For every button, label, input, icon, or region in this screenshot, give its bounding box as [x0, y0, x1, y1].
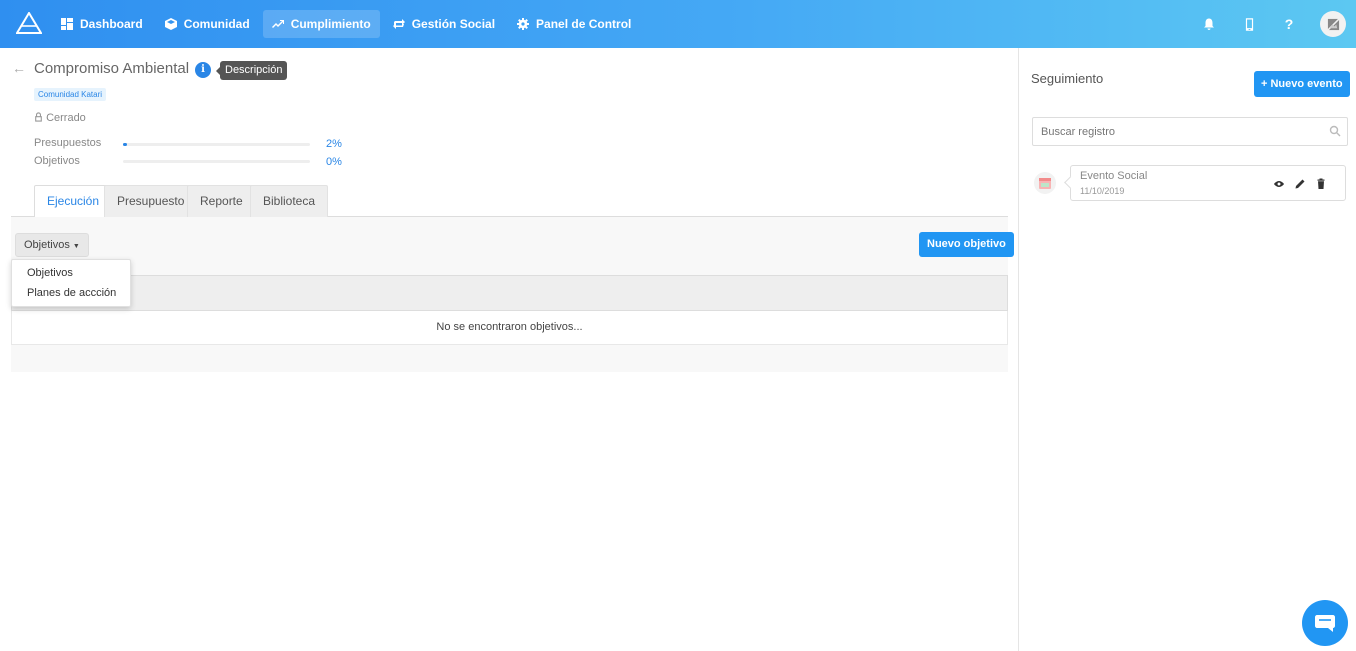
event-title: Evento Social — [1080, 170, 1148, 182]
panel-title: Seguimiento — [1031, 71, 1104, 86]
nav-item-dashboard[interactable]: Dashboard — [52, 10, 152, 38]
progress-bar-objetivos — [123, 160, 310, 163]
description-tooltip: Descripción — [215, 61, 288, 80]
trending-up-icon — [271, 20, 284, 28]
nuevo-objetivo-button[interactable]: Nuevo objetivo — [919, 232, 1014, 257]
main-nav: Dashboard Comunidad Cumplimiento Gestión… — [52, 10, 640, 38]
caret-down-icon: ▼ — [72, 243, 80, 250]
nav-item-label: Panel de Control — [536, 17, 632, 31]
dropdown-item-objetivos[interactable]: Objetivos — [12, 265, 130, 285]
progress-value-objetivos: 0% — [326, 156, 342, 168]
top-right-actions: ? — [1200, 11, 1346, 37]
notifications-bell-icon[interactable] — [1200, 15, 1218, 33]
chat-bubble-icon — [1315, 615, 1335, 632]
objetivos-dropdown-button[interactable]: Objetivos ▼ — [15, 233, 89, 257]
nav-item-gestion-social[interactable]: Gestión Social — [384, 10, 504, 38]
search-input[interactable] — [1032, 117, 1348, 146]
search-icon — [1329, 125, 1341, 137]
progress-label-objetivos: Objetivos — [34, 155, 80, 167]
tab-ejecucion[interactable]: Ejecución — [34, 185, 113, 218]
help-icon[interactable]: ? — [1280, 15, 1298, 33]
event-card[interactable]: Evento Social 11/10/2019 — [1070, 165, 1346, 201]
cube-icon — [164, 18, 177, 30]
gear-icon — [517, 18, 530, 30]
calendar-icon — [1034, 172, 1056, 194]
page-title: Compromiso Ambiental — [34, 60, 190, 77]
nav-item-label: Gestión Social — [411, 17, 496, 31]
swap-icon — [392, 19, 405, 29]
tab-bar: Ejecución Presupuesto Reporte Biblioteca — [11, 185, 1008, 218]
status-text: Cerrado — [46, 112, 86, 124]
progress-label-presupuestos: Presupuestos — [34, 137, 102, 149]
community-tag: Comunidad Katari — [34, 88, 107, 101]
nav-item-panel-control[interactable]: Panel de Control — [508, 10, 640, 38]
logo-icon[interactable] — [16, 12, 42, 34]
tab-biblioteca[interactable]: Biblioteca — [250, 185, 329, 217]
back-arrow-icon[interactable]: ← — [12, 60, 26, 76]
nav-item-label: Comunidad — [183, 17, 250, 31]
status-label: Cerrado — [34, 112, 86, 124]
nav-item-cumplimiento[interactable]: Cumplimiento — [262, 10, 380, 38]
top-navigation-bar: Dashboard Comunidad Cumplimiento Gestión… — [0, 0, 1356, 48]
table-body: No se encontraron objetivos... — [11, 311, 1008, 345]
eye-icon[interactable] — [1273, 178, 1285, 190]
dropdown-label: Objetivos — [24, 239, 70, 251]
nuevo-evento-button[interactable]: + Nuevo evento — [1254, 71, 1350, 97]
event-actions — [1273, 178, 1327, 190]
progress-bar-presupuestos — [123, 143, 310, 146]
mobile-device-icon[interactable] — [1240, 15, 1258, 33]
tab-presupuesto[interactable]: Presupuesto — [104, 185, 198, 217]
empty-message: No se encontraron objetivos... — [436, 321, 583, 333]
nav-item-label: Cumplimiento — [290, 17, 371, 31]
table-header — [11, 275, 1008, 311]
tab-reporte[interactable]: Reporte — [187, 185, 256, 217]
dashboard-icon — [61, 18, 73, 30]
nav-item-label: Dashboard — [80, 17, 143, 31]
dropdown-item-planes-accion[interactable]: Planes de accción — [12, 285, 130, 305]
trash-icon[interactable] — [1315, 178, 1327, 190]
lock-icon — [35, 112, 42, 122]
seguimiento-panel: Seguimiento + Nuevo evento Evento Social… — [1018, 48, 1356, 651]
progress-fill — [123, 143, 127, 146]
progress-value-presupuestos: 2% — [326, 138, 342, 150]
chat-support-button[interactable] — [1302, 600, 1348, 646]
dropdown-menu: Objetivos Planes de accción — [11, 259, 131, 307]
info-icon[interactable]: i — [195, 62, 211, 78]
event-date: 11/10/2019 — [1080, 186, 1125, 196]
edit-pencil-icon[interactable] — [1294, 178, 1306, 190]
no-image-icon — [1326, 17, 1340, 31]
nav-item-comunidad[interactable]: Comunidad — [156, 10, 259, 38]
avatar[interactable] — [1320, 11, 1346, 37]
